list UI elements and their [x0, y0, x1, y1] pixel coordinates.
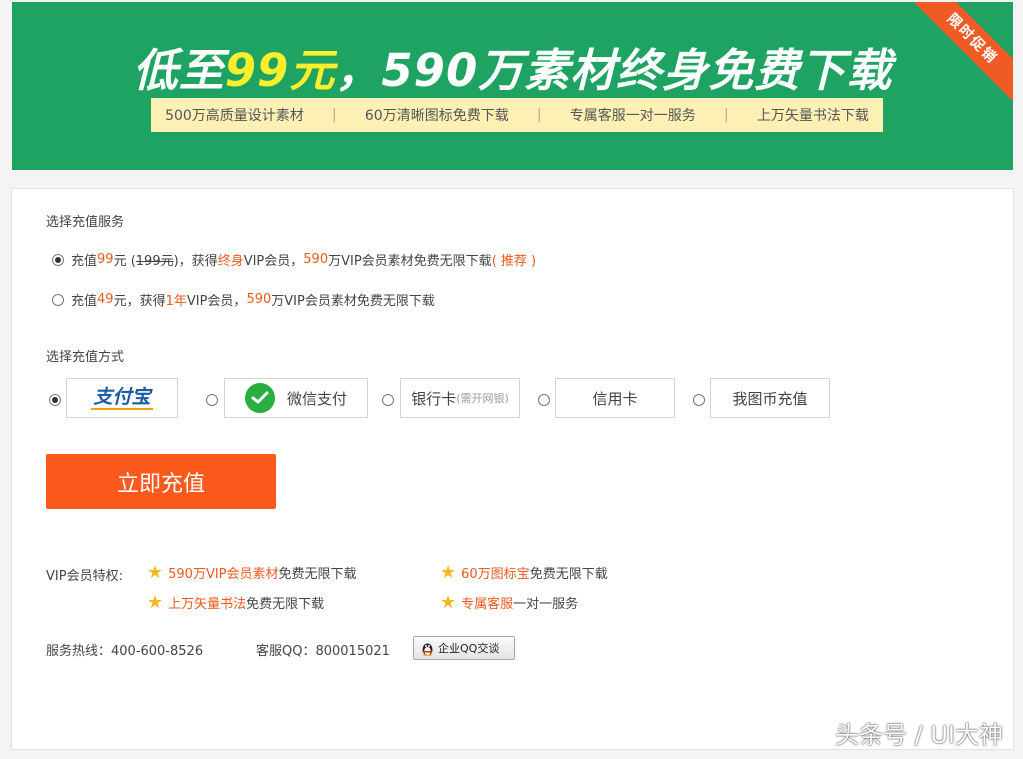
coin-label: 我图币充值	[732, 389, 808, 408]
qq-penguin-icon	[421, 641, 434, 656]
qq-chat-label: 企业QQ交谈	[438, 642, 500, 655]
service-hotline: 服务热线：400-600-8526	[46, 644, 204, 659]
banner-feature-bar: 500万高质量设计素材 | 60万清晰图标免费下载 | 专属客服一对一服务 | …	[151, 98, 883, 132]
bank-note: (需开网银)	[456, 392, 509, 405]
banner-feature: 60万清晰图标免费下载	[364, 108, 509, 124]
privileges-label: VIP会员特权:	[46, 569, 123, 584]
service-radio-lifetime[interactable]	[52, 253, 64, 266]
payment-option-wechat[interactable]: 微信支付	[224, 378, 368, 418]
recharge-now-button[interactable]: 立即充值	[46, 454, 276, 509]
divider: |	[723, 107, 729, 123]
price-value: 49	[97, 292, 114, 307]
star-icon: ★	[440, 591, 457, 613]
privilege-item: ★ 60万图标宝 免费无限下载	[440, 561, 608, 583]
wechat-label: 微信支付	[286, 389, 347, 408]
credit-label: 信用卡	[592, 389, 638, 408]
material-count: 590	[303, 252, 329, 267]
payment-option-bank[interactable]: 银行卡 (需开网银)	[400, 378, 520, 418]
banner-feature: 500万高质量设计素材	[165, 108, 304, 124]
payment-radio-credit[interactable]	[538, 394, 550, 406]
qq-chat-button[interactable]: 企业QQ交谈	[413, 636, 515, 660]
banner-price-highlight: 99元	[224, 44, 336, 97]
banner-title: 低至99元，590万素材终身免费下载	[132, 44, 893, 97]
service-qq: 客服QQ：800015021	[256, 644, 390, 659]
original-price: 199元	[135, 254, 174, 269]
material-count: 590	[246, 292, 272, 307]
privilege-item: ★ 上万矢量书法 免费无限下载	[147, 591, 325, 613]
divider: |	[331, 107, 337, 123]
term-value: 1年	[165, 294, 187, 309]
payment-section-label: 选择充值方式	[46, 350, 125, 365]
payment-radio-bank[interactable]	[382, 394, 394, 406]
recommend-tag: ( 推荐 )	[491, 254, 537, 269]
bank-label: 银行卡	[411, 389, 457, 408]
payment-radio-alipay[interactable]	[49, 394, 61, 406]
recharge-panel: 选择充值服务 充值 99 元 (199元)，获得 终身 VIP会员， 590 万V…	[11, 188, 1014, 750]
banner-feature: 上万矢量书法下载	[756, 108, 869, 124]
wechat-icon	[244, 383, 275, 413]
service-option-lifetime[interactable]: 充值 99 元 (199元)，获得 终身 VIP会员， 590 万VIP会员素材免…	[52, 250, 536, 269]
privilege-item: ★ 专属客服 一对一服务	[440, 591, 579, 613]
payment-radio-coin[interactable]	[693, 394, 705, 406]
star-icon: ★	[147, 591, 164, 613]
payment-option-credit[interactable]: 信用卡	[555, 378, 675, 418]
privilege-item: ★ 590万VIP会员素材 免费无限下载	[147, 561, 357, 583]
term-value: 终身	[217, 254, 244, 269]
payment-radio-wechat[interactable]	[206, 394, 218, 406]
divider: |	[536, 107, 542, 123]
payment-option-alipay[interactable]: 支付宝	[66, 378, 178, 418]
banner-feature: 专属客服一对一服务	[569, 108, 696, 124]
promo-banner: 低至99元，590万素材终身免费下载 500万高质量设计素材 | 60万清晰图标…	[12, 2, 1013, 170]
star-icon: ★	[440, 561, 457, 583]
service-radio-1year[interactable]	[52, 293, 64, 306]
alipay-logo: 支付宝	[91, 386, 153, 410]
payment-option-coin[interactable]: 我图币充值	[710, 378, 830, 418]
watermark: 头条号 / UI大神	[835, 721, 1003, 749]
service-option-1year[interactable]: 充值 49 元，获得 1年 VIP会员， 590 万VIP会员素材免费无限下载	[52, 290, 435, 309]
star-icon: ★	[147, 561, 164, 583]
service-section-label: 选择充值服务	[46, 215, 125, 230]
price-value: 99	[97, 252, 114, 267]
